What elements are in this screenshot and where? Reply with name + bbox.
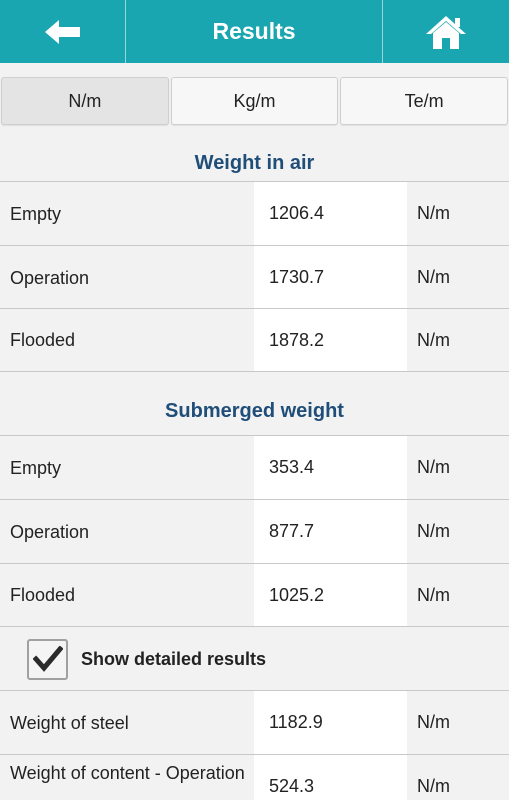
row-value: 877.7 xyxy=(254,500,407,563)
row-unit: N/m xyxy=(417,584,450,605)
row-unit: N/m xyxy=(417,712,450,732)
table-row: Empty 353.4 N/m xyxy=(0,435,509,499)
tab-n-per-m[interactable]: N/m xyxy=(1,77,169,125)
table-row: Weight of content - Operation 524.3 N/m xyxy=(0,754,509,800)
show-detailed-results-toggle: Show detailed results xyxy=(0,627,509,691)
submerged-weight-heading: Submerged weight xyxy=(165,400,344,422)
row-unit: N/m xyxy=(417,776,450,796)
row-label: Flooded xyxy=(10,585,76,605)
row-unit: N/m xyxy=(417,457,450,477)
page-title: Results xyxy=(212,18,296,44)
row-unit: N/m xyxy=(417,521,450,541)
table-row: Empty 1206.4 N/m xyxy=(0,181,509,245)
table-row: Operation 1730.7 N/m xyxy=(0,245,509,309)
tab-kg-per-m[interactable]: Kg/m xyxy=(170,77,339,125)
row-label: Flooded xyxy=(10,330,76,350)
row-value: 353.4 xyxy=(254,436,407,499)
home-button[interactable] xyxy=(382,0,509,63)
back-button[interactable] xyxy=(0,0,126,63)
row-label: Weight of content - Operation xyxy=(10,763,245,783)
show-detailed-checkbox[interactable] xyxy=(27,638,68,680)
row-value: 1025.2 xyxy=(254,564,407,626)
row-label: Weight of steel xyxy=(10,712,129,733)
row-label: Empty xyxy=(10,457,62,478)
home-icon xyxy=(426,15,466,49)
checkmark-icon xyxy=(32,646,63,672)
top-bar: Results xyxy=(0,0,509,63)
row-unit: N/m xyxy=(417,203,450,223)
tab-te-per-m[interactable]: Te/m xyxy=(340,77,509,125)
row-label: Operation xyxy=(10,267,90,288)
arrow-left-icon xyxy=(44,19,80,44)
unit-selector: N/m Kg/m Te/m xyxy=(0,77,509,125)
table-row: Weight of steel 1182.9 N/m xyxy=(0,690,509,754)
row-unit: N/m xyxy=(417,267,450,287)
show-detailed-label[interactable]: Show detailed results xyxy=(81,649,266,670)
row-value: 1878.2 xyxy=(254,309,407,371)
row-label: Empty xyxy=(10,203,62,224)
table-row: Flooded 1025.2 N/m xyxy=(0,563,509,627)
row-label: Operation xyxy=(10,521,90,542)
row-value: 1730.7 xyxy=(254,246,407,309)
row-value: 524.3 xyxy=(254,755,407,800)
row-unit: N/m xyxy=(417,329,450,350)
row-value: 1182.9 xyxy=(254,691,407,754)
weight-in-air-heading: Weight in air xyxy=(194,152,315,174)
row-value: 1206.4 xyxy=(254,182,407,245)
table-row: Flooded 1878.2 N/m xyxy=(0,308,509,372)
table-row: Operation 877.7 N/m xyxy=(0,499,509,563)
